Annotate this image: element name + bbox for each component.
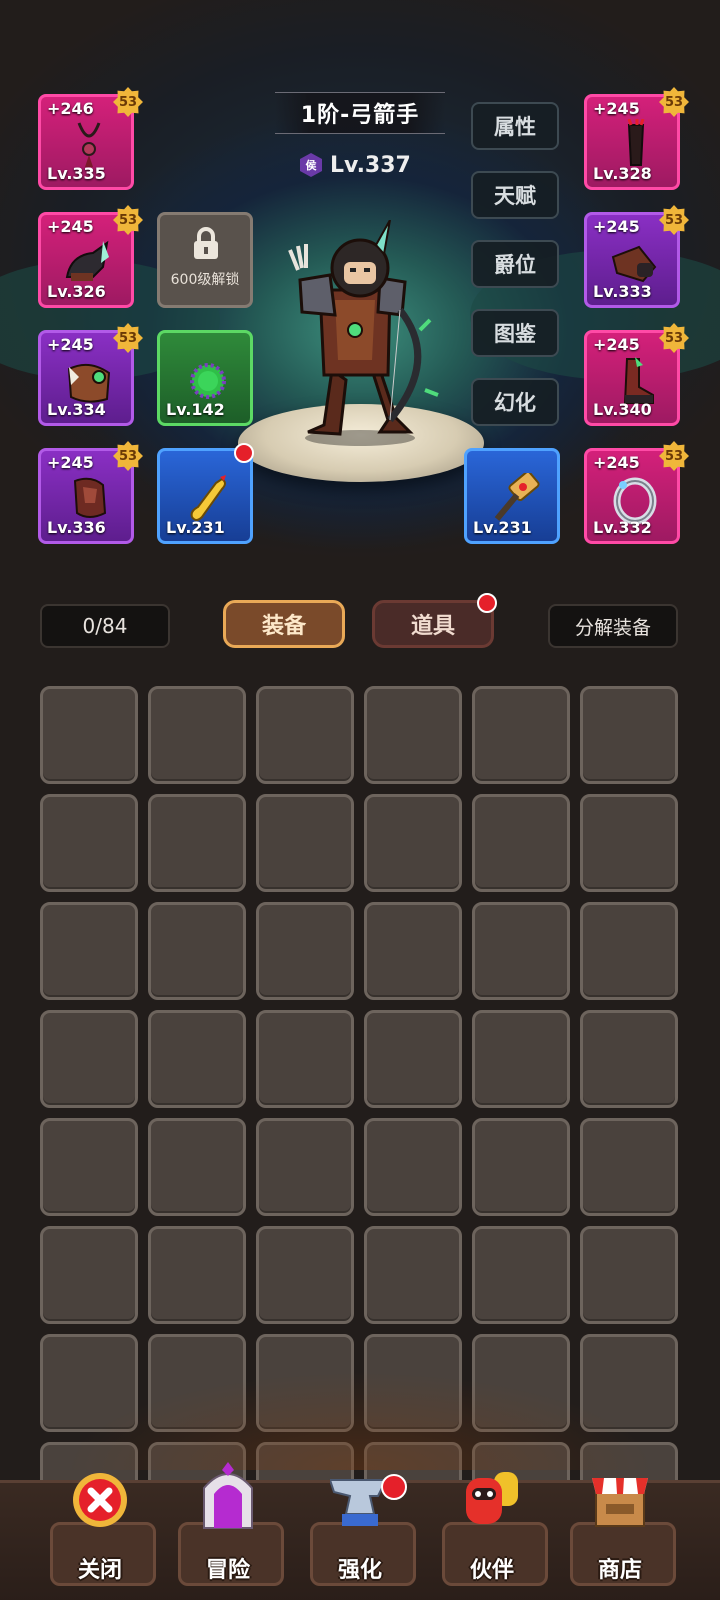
item-level: Lv.340: [593, 400, 652, 419]
equip-slot-helmet[interactable]: +245 Lv.326 53: [38, 205, 143, 308]
tab-equipment[interactable]: 装备: [223, 600, 345, 648]
nav-adventure[interactable]: 冒险: [163, 1462, 293, 1598]
inventory-cell[interactable]: [40, 794, 138, 892]
item-level: Lv.333: [593, 282, 652, 301]
inventory-cell[interactable]: [40, 1010, 138, 1108]
shop-icon: [592, 1478, 648, 1527]
notification-dot: [477, 593, 497, 613]
nav-label: 商店: [597, 1558, 642, 1583]
inventory-cell[interactable]: [256, 902, 354, 1000]
tab-items[interactable]: 道具: [372, 593, 497, 648]
inventory-cell[interactable]: [580, 902, 678, 1000]
notification-dot: [381, 1474, 407, 1500]
equip-slot-shoulder[interactable]: +245 Lv.334 53: [38, 323, 143, 426]
nav-companion[interactable]: 伙伴: [427, 1472, 557, 1598]
item-level: Lv.231: [473, 518, 532, 537]
inventory-cell[interactable]: [256, 686, 354, 784]
inventory-cell[interactable]: [580, 1010, 678, 1108]
class-title: 1阶-弓箭手: [275, 92, 445, 134]
item-level: Lv.336: [47, 518, 106, 537]
enhance-level: +245: [593, 99, 640, 118]
equip-slot-necklace[interactable]: +246 Lv.335 53: [38, 87, 143, 190]
inventory-cell[interactable]: [364, 686, 462, 784]
item-level: Lv.332: [593, 518, 652, 537]
item-level: Lv.231: [166, 518, 225, 537]
unlock-requirement: 600级解锁: [170, 272, 240, 288]
inventory-cell[interactable]: [364, 902, 462, 1000]
lock-icon: [194, 227, 218, 259]
inventory-cell[interactable]: [148, 1118, 246, 1216]
hero-level-text: Lv.337: [330, 152, 411, 178]
nav-close[interactable]: 关闭: [35, 1473, 165, 1598]
inventory-cell[interactable]: [472, 1010, 570, 1108]
inventory-cell[interactable]: [40, 902, 138, 1000]
talent-button[interactable]: 天赋: [471, 171, 559, 219]
inventory-cell[interactable]: [256, 1118, 354, 1216]
nav-label: 强化: [337, 1558, 382, 1583]
equip-slot-quiver[interactable]: +245 Lv.328 53: [584, 87, 689, 190]
archer-character[interactable]: [280, 220, 450, 450]
bottom-glow: [0, 1270, 720, 1470]
companion-icon: [466, 1472, 518, 1524]
inventory-cell[interactable]: [148, 794, 246, 892]
item-level: Lv.326: [47, 282, 106, 301]
inventory-cell[interactable]: [40, 1118, 138, 1216]
close-icon: [73, 1473, 127, 1527]
enhance-level: +245: [47, 217, 94, 236]
enhance-level: +245: [593, 335, 640, 354]
tab-items-label: 道具: [410, 614, 455, 639]
inventory-cell[interactable]: [148, 902, 246, 1000]
inventory-cell[interactable]: [364, 794, 462, 892]
equip-slot-gauntlet[interactable]: +245 Lv.333 53: [584, 205, 689, 308]
anvil-icon: [330, 1479, 388, 1526]
item-level: Lv.328: [593, 164, 652, 183]
inventory-cell[interactable]: [472, 902, 570, 1000]
equip-slot-boots[interactable]: +245 Lv.340 53: [584, 323, 689, 426]
equip-slot-chest[interactable]: +245 Lv.336 53: [38, 441, 143, 544]
bag-capacity: 0/84: [40, 604, 170, 648]
hero-level: 侯 Lv.337: [300, 150, 411, 180]
nav-enhance[interactable]: 强化: [295, 1474, 425, 1598]
inventory-cell[interactable]: [472, 794, 570, 892]
inventory-cell[interactable]: [472, 686, 570, 784]
inventory-cell[interactable]: [580, 686, 678, 784]
nav-shop[interactable]: 商店: [555, 1478, 685, 1598]
inventory-cell[interactable]: [580, 1118, 678, 1216]
inventory-cell[interactable]: [40, 686, 138, 784]
equip-slot-weapon-hammer[interactable]: Lv.231: [464, 448, 560, 544]
enhance-level: +246: [47, 99, 94, 118]
item-level: Lv.334: [47, 400, 106, 419]
enhance-level: +245: [47, 335, 94, 354]
equip-slot-emblem[interactable]: Lv.142: [157, 330, 253, 426]
equip-slot-ring[interactable]: +245 Lv.332 53: [584, 441, 689, 544]
attributes-button[interactable]: 属性: [471, 102, 559, 150]
nav-label: 关闭: [77, 1558, 122, 1583]
item-level: Lv.142: [166, 400, 225, 419]
inventory-cell[interactable]: [256, 1010, 354, 1108]
item-level: Lv.335: [47, 164, 106, 183]
adventure-gate-icon: [203, 1462, 253, 1529]
transform-button[interactable]: 幻化: [471, 378, 559, 426]
equipment-screen: 1阶-弓箭手 侯 Lv.337 属性 天赋 爵位 图鉴 幻化 +246 Lv.3…: [0, 0, 720, 1600]
decompose-equipment-button[interactable]: 分解装备: [548, 604, 678, 648]
enhance-level: +245: [47, 453, 94, 472]
nav-label: 伙伴: [469, 1558, 514, 1583]
inventory-cell[interactable]: [148, 686, 246, 784]
enhance-level: +245: [593, 217, 640, 236]
rank-badge-icon: 侯: [300, 153, 322, 177]
inventory-cell[interactable]: [472, 1118, 570, 1216]
inventory-cell[interactable]: [580, 794, 678, 892]
nav-label: 冒险: [205, 1558, 250, 1583]
peerage-button[interactable]: 爵位: [471, 240, 559, 288]
locked-slot[interactable]: 600级解锁: [157, 212, 253, 308]
inventory-cell[interactable]: [256, 794, 354, 892]
inventory-cell[interactable]: [364, 1010, 462, 1108]
inventory-cell[interactable]: [364, 1118, 462, 1216]
notification-dot: [234, 443, 254, 463]
enhance-level: +245: [593, 453, 640, 472]
equip-slot-weapon-chicken[interactable]: Lv.231: [157, 443, 254, 544]
codex-button[interactable]: 图鉴: [471, 309, 559, 357]
inventory-cell[interactable]: [148, 1010, 246, 1108]
